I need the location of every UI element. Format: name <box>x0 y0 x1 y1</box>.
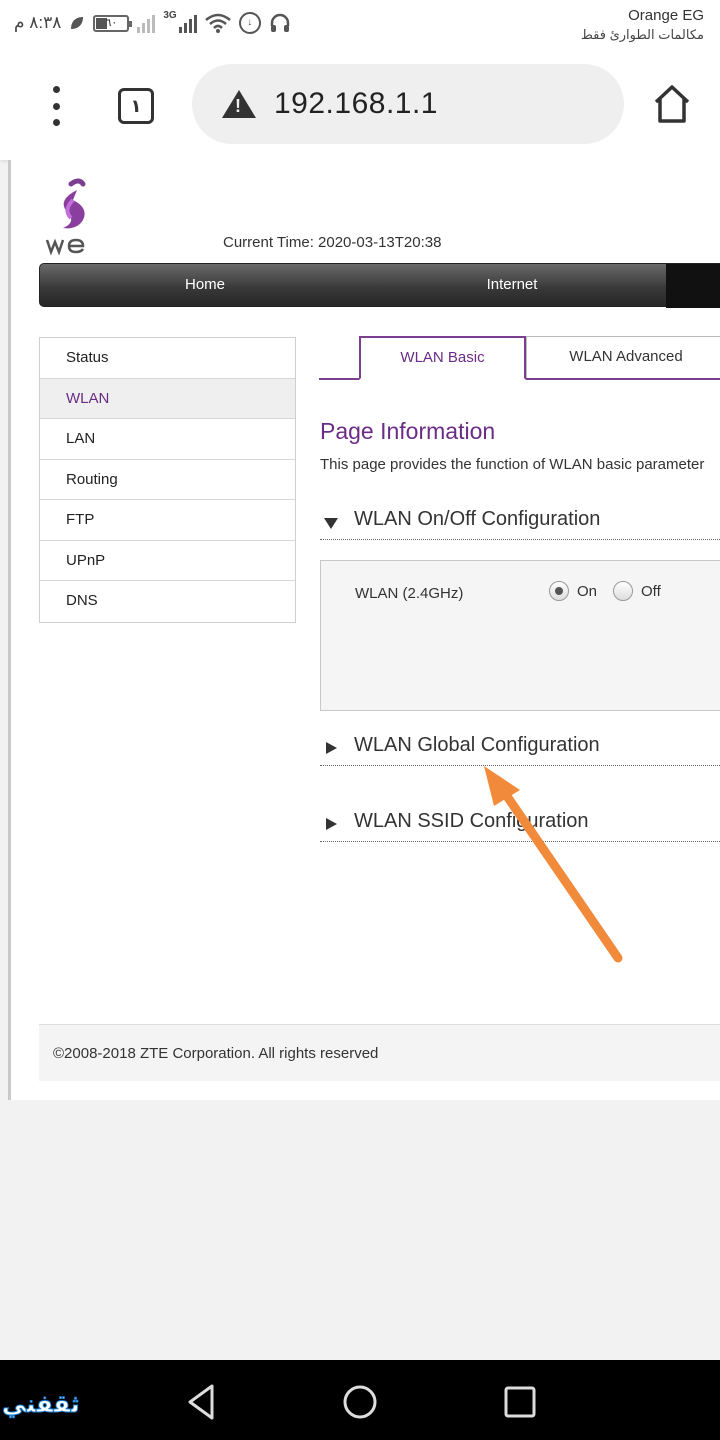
collapse-arrow-icon <box>324 518 338 529</box>
network-type-badge: 3G <box>163 10 177 21</box>
sidebar-item-status[interactable]: Status <box>40 338 295 379</box>
more-options-icon[interactable] <box>46 86 66 126</box>
data-saver-icon: ↓ <box>238 12 261 34</box>
sidebar-item-dns[interactable]: DNS <box>40 581 295 622</box>
current-time: Current Time: 2020-03-13T20:38 <box>223 234 442 251</box>
radio-off-label: Off <box>641 582 661 600</box>
wlan-band-label: WLAN (2.4GHz) <box>355 585 464 602</box>
home-nav-icon[interactable] <box>340 1382 380 1422</box>
sidebar-item-ftp[interactable]: FTP <box>40 500 295 541</box>
nav-active-segment[interactable] <box>666 264 720 308</box>
router-web-page: Current Time: 2020-03-13T20:38 Home Inte… <box>8 160 720 1100</box>
browser-toolbar: ١ 192.168.1.1 <box>0 52 720 160</box>
headset-icon <box>270 13 289 32</box>
section-wlan-onoff[interactable]: WLAN On/Off Configuration <box>320 504 720 540</box>
clock: ٨:٣٨ م <box>14 13 62 32</box>
radio-on[interactable]: On <box>549 581 597 601</box>
carrier-info: Orange EG مكالمات الطوارئ فقط <box>581 6 704 44</box>
carrier-name: Orange EG <box>628 7 704 24</box>
section-label: WLAN Global Configuration <box>354 734 600 756</box>
wifi-icon <box>204 13 231 33</box>
sidebar-item-lan[interactable]: LAN <box>40 419 295 460</box>
tab-wlan-basic[interactable]: WLAN Basic <box>359 336 526 380</box>
url-text[interactable]: 192.168.1.1 <box>274 87 438 121</box>
leaf-icon <box>71 17 84 29</box>
section-label: WLAN SSID Configuration <box>354 810 589 832</box>
nav-internet[interactable]: Internet <box>370 264 654 308</box>
nav-home[interactable]: Home <box>40 264 370 308</box>
copyright-text: ©2008-2018 ZTE Corporation. All rights r… <box>53 1045 379 1062</box>
page-footer: ©2008-2018 ZTE Corporation. All rights r… <box>39 1024 720 1081</box>
radio-on-label: On <box>577 582 598 600</box>
signal-icon <box>178 13 197 33</box>
radio-off[interactable]: Off <box>613 581 661 601</box>
we-logo <box>45 178 86 256</box>
page-title: Page Information <box>320 418 496 444</box>
expand-arrow-icon <box>326 818 337 830</box>
page-description: This page provides the function of WLAN … <box>320 456 705 473</box>
home-icon[interactable] <box>652 82 692 126</box>
status-bar: ٨:٣٨ م ٦٠ 3G ↓ Orange EG مكالمات الطوارئ… <box>0 0 720 52</box>
signal-x-icon <box>137 13 156 33</box>
recents-icon[interactable] <box>500 1382 540 1422</box>
sidebar-item-routing[interactable]: Routing <box>40 459 295 500</box>
carrier-sub: مكالمات الطوارئ فقط <box>580 27 704 42</box>
warning-icon[interactable] <box>222 90 256 118</box>
section-wlan-global[interactable]: WLAN Global Configuration <box>320 730 720 766</box>
section-label: WLAN On/Off Configuration <box>354 508 601 530</box>
radio-off-button[interactable] <box>613 581 633 601</box>
address-bar[interactable]: 192.168.1.1 <box>192 64 624 144</box>
back-icon[interactable] <box>182 1382 222 1422</box>
watermark-logo: ثقفني <box>2 1391 81 1419</box>
status-icons: ٨:٣٨ م ٦٠ 3G ↓ <box>14 10 291 36</box>
sidebar-menu: Status WLAN LAN Routing FTP UPnP DNS <box>39 337 296 623</box>
android-nav-bar <box>0 1360 720 1440</box>
top-nav: Home Internet <box>39 263 720 308</box>
sidebar-item-wlan[interactable]: WLAN <box>40 378 295 419</box>
tab-switcher-button[interactable]: ١ <box>118 88 154 124</box>
radio-on-button[interactable] <box>549 581 569 601</box>
battery-icon: ٦٠ <box>93 14 133 32</box>
wlan-onoff-panel: WLAN (2.4GHz) On Off <box>320 560 720 711</box>
section-wlan-ssid[interactable]: WLAN SSID Configuration <box>320 806 720 842</box>
expand-arrow-icon <box>326 742 337 754</box>
tab-wlan-advanced[interactable]: WLAN Advanced <box>526 336 720 378</box>
tab-bar: WLAN Basic WLAN Advanced <box>319 336 720 380</box>
sidebar-item-upnp[interactable]: UPnP <box>40 540 295 581</box>
